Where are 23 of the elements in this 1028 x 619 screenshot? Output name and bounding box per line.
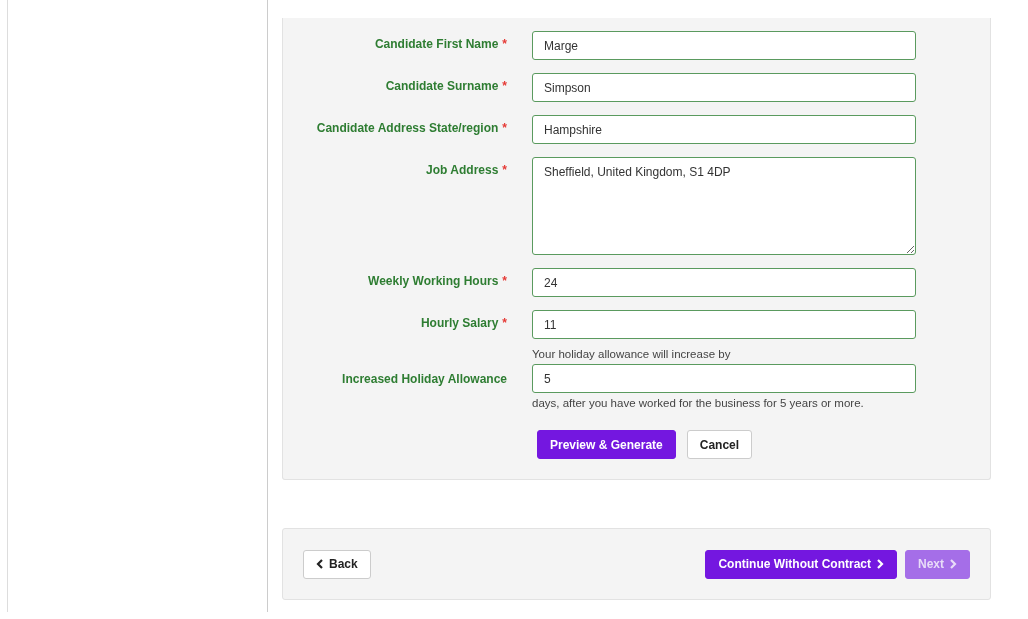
field-label: Candidate First Name * (373, 36, 507, 51)
chevron-left-icon (316, 559, 324, 569)
helper-text: days, after you have worked for the business for 5 years or more. (532, 397, 865, 409)
text-field[interactable]: 5 (532, 364, 916, 393)
text-field[interactable]: 24 (532, 268, 916, 297)
text-field[interactable]: 11 (532, 310, 916, 339)
text-field[interactable]: Hampshire (532, 115, 916, 144)
text-field[interactable]: Marge (532, 31, 916, 60)
chevron-right-icon (949, 559, 957, 569)
field-label: Candidate Surname * (384, 78, 507, 93)
back-button[interactable]: Back (303, 549, 371, 579)
field-label: Weekly Working Hours * (367, 273, 507, 288)
preview-generate-button[interactable]: Preview & Generate (537, 430, 676, 459)
continue-button[interactable]: Continue Without Contract (705, 549, 897, 579)
field-label: Hourly Salary * (419, 315, 507, 330)
text-field[interactable]: Simpson (532, 73, 916, 102)
helper-text: Your holiday allowance will increase by (532, 348, 732, 360)
chevron-right-icon (876, 559, 884, 569)
text-area[interactable]: Sheffield, United Kingdom, S1 4DP (532, 157, 916, 255)
cancel-button[interactable]: Cancel (686, 430, 753, 459)
field-label: Job Address * (425, 162, 507, 177)
field-label: Candidate Address State/region * (315, 120, 507, 135)
field-label: Increased Holiday Allowance (341, 371, 507, 386)
